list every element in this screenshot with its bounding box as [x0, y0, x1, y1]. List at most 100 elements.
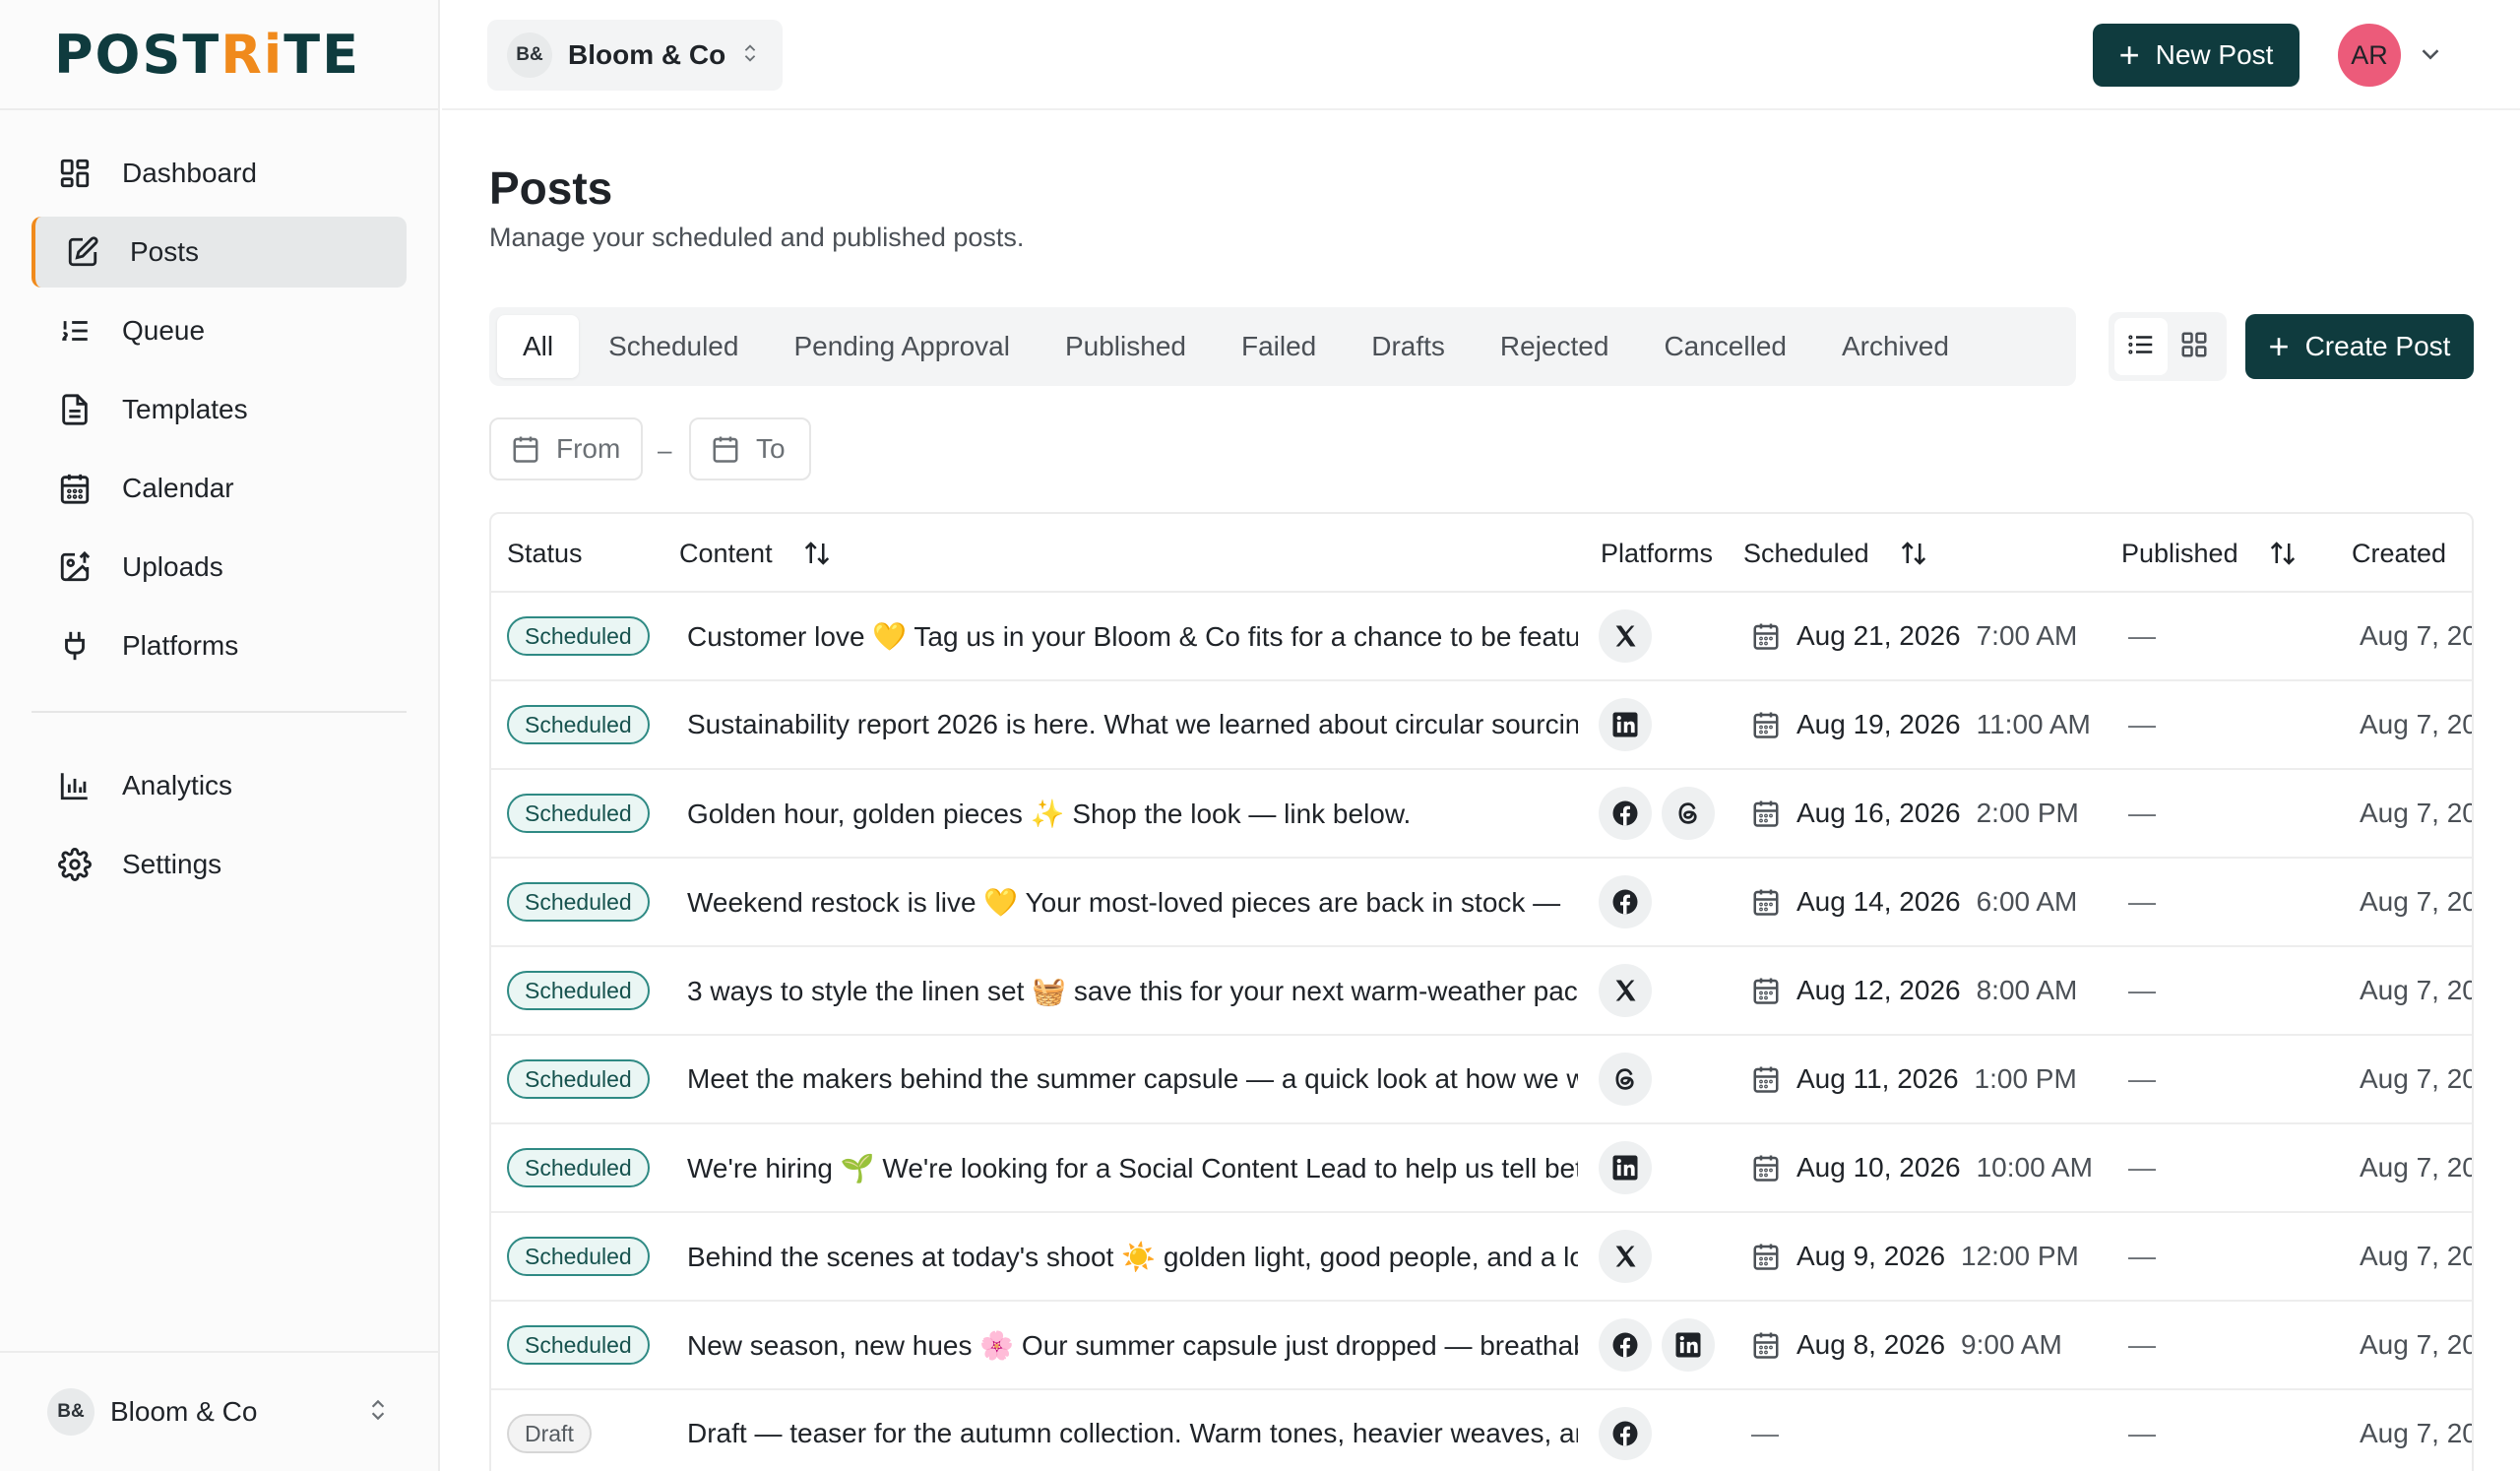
status-tabs: All Scheduled Pending Approval Published…: [489, 307, 2076, 386]
tab-all[interactable]: All: [497, 315, 580, 378]
date-from-label: From: [556, 433, 621, 464]
tab-scheduled[interactable]: Scheduled: [583, 315, 764, 378]
header-scheduled[interactable]: Scheduled: [1743, 514, 1928, 593]
page-title: Posts: [489, 162, 613, 214]
calendar-icon: [713, 436, 738, 463]
table-row[interactable]: Scheduled Behind the scenes at today's s…: [491, 1213, 2472, 1302]
created-cell: Aug 7, 2026: [2360, 620, 2472, 651]
date-to-picker[interactable]: To: [689, 417, 811, 480]
sort-icon: [2270, 542, 2295, 565]
status-badge: Scheduled: [507, 705, 650, 744]
sidebar-item-uploads[interactable]: Uploads: [32, 532, 407, 603]
platforms-cell: [1599, 1302, 1725, 1388]
calendar-icon: [1753, 1332, 1779, 1359]
user-avatar[interactable]: AR: [2338, 24, 2401, 87]
scheduled-time: 12:00 PM: [1961, 1241, 2079, 1271]
scheduled-time: 10:00 AM: [1976, 1152, 2093, 1183]
table-row[interactable]: Draft Draft — teaser for the autumn coll…: [491, 1390, 2472, 1471]
dashboard-icon: [55, 154, 94, 193]
published-cell: —: [2128, 620, 2156, 651]
tab-published[interactable]: Published: [1040, 315, 1212, 378]
status-cell: Scheduled: [507, 1302, 650, 1388]
platforms-cell: [1599, 1213, 1662, 1300]
created-cell: Aug 7, 2026: [2360, 798, 2472, 828]
platforms-cell: [1599, 593, 1662, 679]
platforms-cell: [1599, 770, 1725, 857]
calendar-icon: [1753, 800, 1779, 827]
facebook-icon: [1599, 1407, 1652, 1460]
platforms-cell: [1599, 1124, 1662, 1211]
table-row[interactable]: Scheduled Golden hour, golden pieces ✨ S…: [491, 770, 2472, 859]
status-cell: Draft: [507, 1390, 592, 1471]
content-cell[interactable]: Behind the scenes at today's shoot ☀️ go…: [687, 1213, 1578, 1300]
sidebar-item-queue[interactable]: Queue: [32, 295, 407, 366]
sidebar-item-label: Platforms: [122, 630, 239, 661]
sidebar-item-label: Calendar: [122, 473, 234, 503]
app-logo[interactable]: POSTRiTE: [0, 0, 438, 110]
new-post-button[interactable]: + New Post: [2093, 24, 2300, 87]
created-cell: Aug 7, 2026: [2360, 1152, 2472, 1183]
sidebar-item-dashboard[interactable]: Dashboard: [32, 138, 407, 209]
list-view-button[interactable]: [2114, 318, 2168, 375]
x-icon: [1599, 1230, 1652, 1283]
date-from-picker[interactable]: From: [489, 417, 643, 480]
content-cell[interactable]: Customer love 💛 Tag us in your Bloom & C…: [687, 593, 1578, 679]
tab-cancelled[interactable]: Cancelled: [1638, 315, 1812, 378]
table-row[interactable]: Scheduled Weekend restock is live 💛 Your…: [491, 859, 2472, 947]
content-cell[interactable]: Golden hour, golden pieces ✨ Shop the lo…: [687, 770, 1578, 857]
tab-drafts[interactable]: Drafts: [1346, 315, 1471, 378]
table-row[interactable]: Scheduled Sustainability report 2026 is …: [491, 681, 2472, 770]
chevron-down-icon[interactable]: [2416, 39, 2445, 74]
status-cell: Scheduled: [507, 947, 650, 1034]
workspace-footer-switcher[interactable]: B& Bloom & Co: [0, 1351, 438, 1471]
table-row[interactable]: Scheduled Customer love 💛 Tag us in your…: [491, 593, 2472, 681]
create-post-button[interactable]: + Create Post: [2245, 314, 2474, 379]
table-row[interactable]: Scheduled New season, new hues 🌸 Our sum…: [491, 1302, 2472, 1390]
sidebar-item-templates[interactable]: Templates: [32, 374, 407, 445]
scheduled-cell: Aug 14, 2026 6:00 AM: [1751, 859, 2077, 945]
scheduled-cell: Aug 12, 2026 8:00 AM: [1751, 947, 2077, 1034]
scheduled-empty: —: [1751, 1418, 1779, 1448]
sidebar-item-label: Analytics: [122, 770, 233, 800]
sidebar-item-settings[interactable]: Settings: [32, 829, 407, 900]
published-cell: —: [2128, 886, 2156, 917]
scheduled-time: 9:00 AM: [1961, 1329, 2062, 1360]
table-row[interactable]: Scheduled 3 ways to style the linen set …: [491, 947, 2472, 1036]
content-cell[interactable]: 3 ways to style the linen set 🧺 save thi…: [687, 947, 1578, 1034]
calendar-icon: [1753, 978, 1779, 1004]
sidebar-item-analytics[interactable]: Analytics: [32, 750, 407, 821]
workspace-avatar: B&: [47, 1388, 94, 1436]
new-post-label: New Post: [2155, 39, 2274, 70]
header-status: Status: [507, 538, 583, 568]
content-cell[interactable]: Meet the makers behind the summer capsul…: [687, 1036, 1578, 1122]
header-content[interactable]: Content: [679, 514, 832, 593]
status-badge: Scheduled: [507, 1237, 650, 1276]
header-created[interactable]: Created: [2352, 514, 2446, 593]
platforms-cell: [1599, 681, 1662, 768]
sidebar-item-calendar[interactable]: Calendar: [32, 453, 407, 524]
table-row[interactable]: Scheduled Meet the makers behind the sum…: [491, 1036, 2472, 1124]
workspace-name: Bloom & Co: [568, 39, 726, 70]
created-cell: Aug 7, 2026: [2360, 1063, 2472, 1094]
scheduled-cell: —: [1751, 1390, 1779, 1471]
sidebar-item-posts[interactable]: Posts: [32, 217, 407, 288]
tab-pending-approval[interactable]: Pending Approval: [768, 315, 1036, 378]
scheduled-cell: Aug 21, 2026 7:00 AM: [1751, 593, 2077, 679]
tab-rejected[interactable]: Rejected: [1475, 315, 1635, 378]
grid-view-button[interactable]: [2168, 318, 2221, 375]
workspace-switcher[interactable]: B& Bloom & Co: [487, 20, 783, 91]
threads-icon: [1662, 787, 1715, 840]
tab-archived[interactable]: Archived: [1816, 315, 1975, 378]
content-cell[interactable]: We're hiring 🌱 We're looking for a Socia…: [687, 1124, 1578, 1211]
content-cell[interactable]: Weekend restock is live 💛 Your most-love…: [687, 859, 1578, 945]
table-row[interactable]: Scheduled We're hiring 🌱 We're looking f…: [491, 1124, 2472, 1213]
header-published[interactable]: Published: [2121, 514, 2298, 593]
scheduled-date: Aug 14, 2026: [1796, 886, 1961, 917]
content-cell[interactable]: Draft — teaser for the autumn collection…: [687, 1390, 1578, 1471]
sidebar-item-platforms[interactable]: Platforms: [32, 610, 407, 681]
content-cell[interactable]: New season, new hues 🌸 Our summer capsul…: [687, 1302, 1578, 1388]
status-badge: Scheduled: [507, 794, 650, 833]
content-cell[interactable]: Sustainability report 2026 is here. What…: [687, 681, 1578, 768]
tab-failed[interactable]: Failed: [1216, 315, 1342, 378]
plug-icon: [55, 626, 94, 666]
